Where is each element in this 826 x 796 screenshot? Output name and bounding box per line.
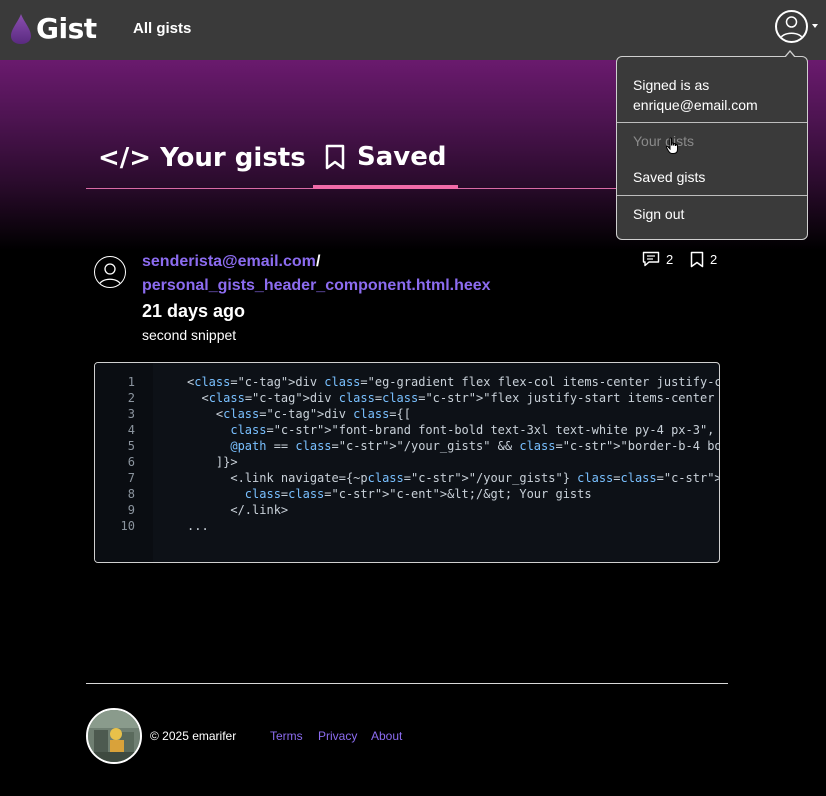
dropdown-divider — [617, 122, 807, 123]
user-dropdown-menu: Signed is as enrique@email.com Your gist… — [616, 56, 808, 240]
droplet-icon — [11, 13, 31, 44]
save-count-value: 2 — [710, 252, 718, 267]
code-text: <class="c-tag">div class="eg-gradient fl… — [187, 375, 719, 389]
menu-item-saved-gists[interactable]: Saved gists — [633, 169, 705, 185]
code-line: 5 @path == class="c-str">"/your_gists" &… — [95, 438, 719, 454]
line-number: 8 — [127, 487, 135, 501]
author-photo — [88, 710, 140, 762]
tab-saved-label: Saved — [357, 142, 447, 172]
footer-author-avatar — [86, 708, 142, 764]
code-text: <class="c-tag">div class=class="c-str">"… — [187, 391, 715, 405]
gist-author-avatar — [94, 256, 126, 288]
footer-privacy-link[interactable]: Privacy — [318, 729, 357, 743]
comment-count[interactable]: 2 — [642, 251, 673, 267]
code-line: 6 ]}> — [95, 454, 719, 470]
line-number: 7 — [127, 471, 135, 485]
code-line: 9 </.link> — [95, 502, 719, 518]
top-navbar: Gist All gists — [0, 0, 826, 60]
line-number: 1 — [127, 375, 135, 389]
code-text: </.link> — [187, 503, 289, 517]
tab-saved[interactable]: Saved — [313, 127, 459, 189]
signed-in-email: enrique@email.com — [633, 97, 758, 113]
comment-icon — [642, 251, 660, 267]
line-number: 5 — [127, 439, 135, 453]
code-text: <.link navigate={~pclass="c-str">"/your_… — [187, 471, 719, 485]
code-text: ]}> — [187, 455, 238, 469]
path-separator: / — [316, 253, 321, 270]
line-number: 2 — [127, 391, 135, 405]
code-text: class=class="c-str">"c-ent">&lt;/&gt; Yo… — [244, 487, 592, 501]
footer-terms-link[interactable]: Terms — [270, 729, 303, 743]
code-text: @path == class="c-str">"/your_gists" && … — [230, 439, 719, 453]
code-line: 8 class=class="c-str">"c-ent">&lt;/&gt; … — [95, 486, 719, 502]
footer-divider — [86, 683, 728, 684]
gist-filename-link[interactable]: personal_gists_header_component.html.hee… — [142, 277, 491, 295]
gist-description: second snippet — [142, 327, 237, 343]
code-line: 1 <class="c-tag">div class="eg-gradient f… — [95, 374, 719, 390]
footer-about-link[interactable]: About — [371, 729, 402, 743]
dropdown-arrow-fill — [785, 52, 795, 58]
code-line: 3 <class="c-tag">div class={[ — [95, 406, 719, 422]
gist-timestamp: 21 days ago — [142, 301, 246, 321]
code-line: 4 class="c-str">"font-brand font-bold te… — [95, 422, 719, 438]
all-gists-link[interactable]: All gists — [133, 20, 191, 37]
code-text: ... — [187, 519, 209, 533]
line-number: 9 — [127, 503, 135, 517]
user-circle-icon — [779, 16, 804, 41]
save-count[interactable]: 2 — [690, 251, 717, 268]
line-number: 3 — [127, 407, 135, 421]
gist-author-link[interactable]: senderista@email.com — [142, 253, 316, 271]
chevron-down-icon[interactable] — [812, 24, 818, 28]
menu-item-your-gists[interactable]: Your gists — [633, 133, 694, 149]
dropdown-divider — [617, 195, 807, 196]
comment-count-value: 2 — [666, 251, 674, 267]
code-line: 2 <class="c-tag">div class=class="c-str"… — [95, 390, 719, 406]
bookmark-icon — [325, 144, 345, 170]
code-snippet[interactable]: 1 <class="c-tag">div class="eg-gradient f… — [94, 362, 720, 563]
footer-copyright: © 2025 emarifer — [150, 729, 237, 743]
code-line: 7 <.link navigate={~pclass="c-str">"/you… — [95, 470, 719, 486]
tab-your-gists[interactable]: </> Your gists — [86, 127, 318, 189]
logo[interactable]: Gist — [10, 12, 97, 45]
logo-text: Gist — [36, 12, 97, 45]
menu-item-sign-out[interactable]: Sign out — [633, 206, 684, 222]
signed-in-prefix: Signed is as — [633, 77, 710, 93]
line-number: 6 — [127, 455, 135, 469]
code-line: 10... — [95, 518, 719, 534]
line-number: 4 — [127, 423, 135, 437]
code-text: <class="c-tag">div class={[ — [187, 407, 411, 421]
user-circle-icon — [98, 263, 122, 287]
signed-in-info: Signed is as enrique@email.com — [633, 75, 758, 115]
line-number: 10 — [120, 519, 135, 533]
user-menu-button[interactable] — [775, 10, 808, 43]
hand-pointer-icon — [665, 137, 678, 154]
code-text: class="c-str">"font-brand font-bold text… — [230, 423, 715, 437]
bookmark-icon — [690, 251, 704, 268]
